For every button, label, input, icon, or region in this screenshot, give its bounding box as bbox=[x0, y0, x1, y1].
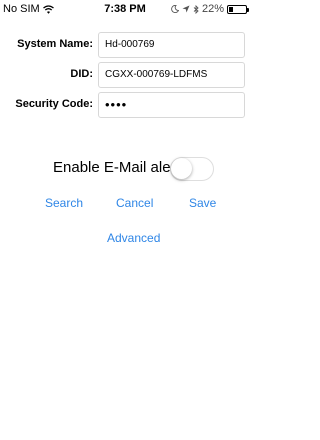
security-code-label: Security Code: bbox=[15, 98, 93, 110]
search-button[interactable]: Search bbox=[45, 196, 83, 210]
did-field[interactable]: CGXX-000769-LDFMS bbox=[98, 62, 245, 88]
advanced-link[interactable]: Advanced bbox=[107, 231, 160, 245]
cancel-button[interactable]: Cancel bbox=[116, 196, 153, 210]
battery-fill bbox=[229, 6, 233, 12]
system-name-label: System Name: bbox=[17, 38, 93, 50]
security-code-row: Security Code: •••• bbox=[0, 92, 250, 118]
security-code-field[interactable]: •••• bbox=[98, 92, 245, 118]
moon-icon bbox=[171, 5, 179, 13]
email-alert-label: Enable E-Mail alert bbox=[53, 159, 180, 176]
location-arrow-icon bbox=[182, 5, 190, 13]
system-name-field[interactable]: Hd-000769 bbox=[98, 32, 245, 58]
status-bar: No SIM 7:38 PM 22% bbox=[0, 0, 250, 18]
save-button[interactable]: Save bbox=[189, 196, 216, 210]
battery-tip bbox=[247, 7, 249, 12]
email-alert-toggle[interactable] bbox=[170, 157, 214, 181]
email-alert-row: Enable E-Mail alert bbox=[0, 155, 250, 181]
battery-icon bbox=[227, 4, 249, 14]
bluetooth-icon bbox=[193, 4, 199, 14]
toggle-knob bbox=[171, 158, 192, 179]
did-label: DID: bbox=[70, 68, 93, 80]
system-name-row: System Name: Hd-000769 bbox=[0, 32, 250, 58]
status-right: 22% bbox=[171, 3, 249, 15]
did-row: DID: CGXX-000769-LDFMS bbox=[0, 62, 250, 88]
battery-percent: 22% bbox=[201, 3, 224, 15]
